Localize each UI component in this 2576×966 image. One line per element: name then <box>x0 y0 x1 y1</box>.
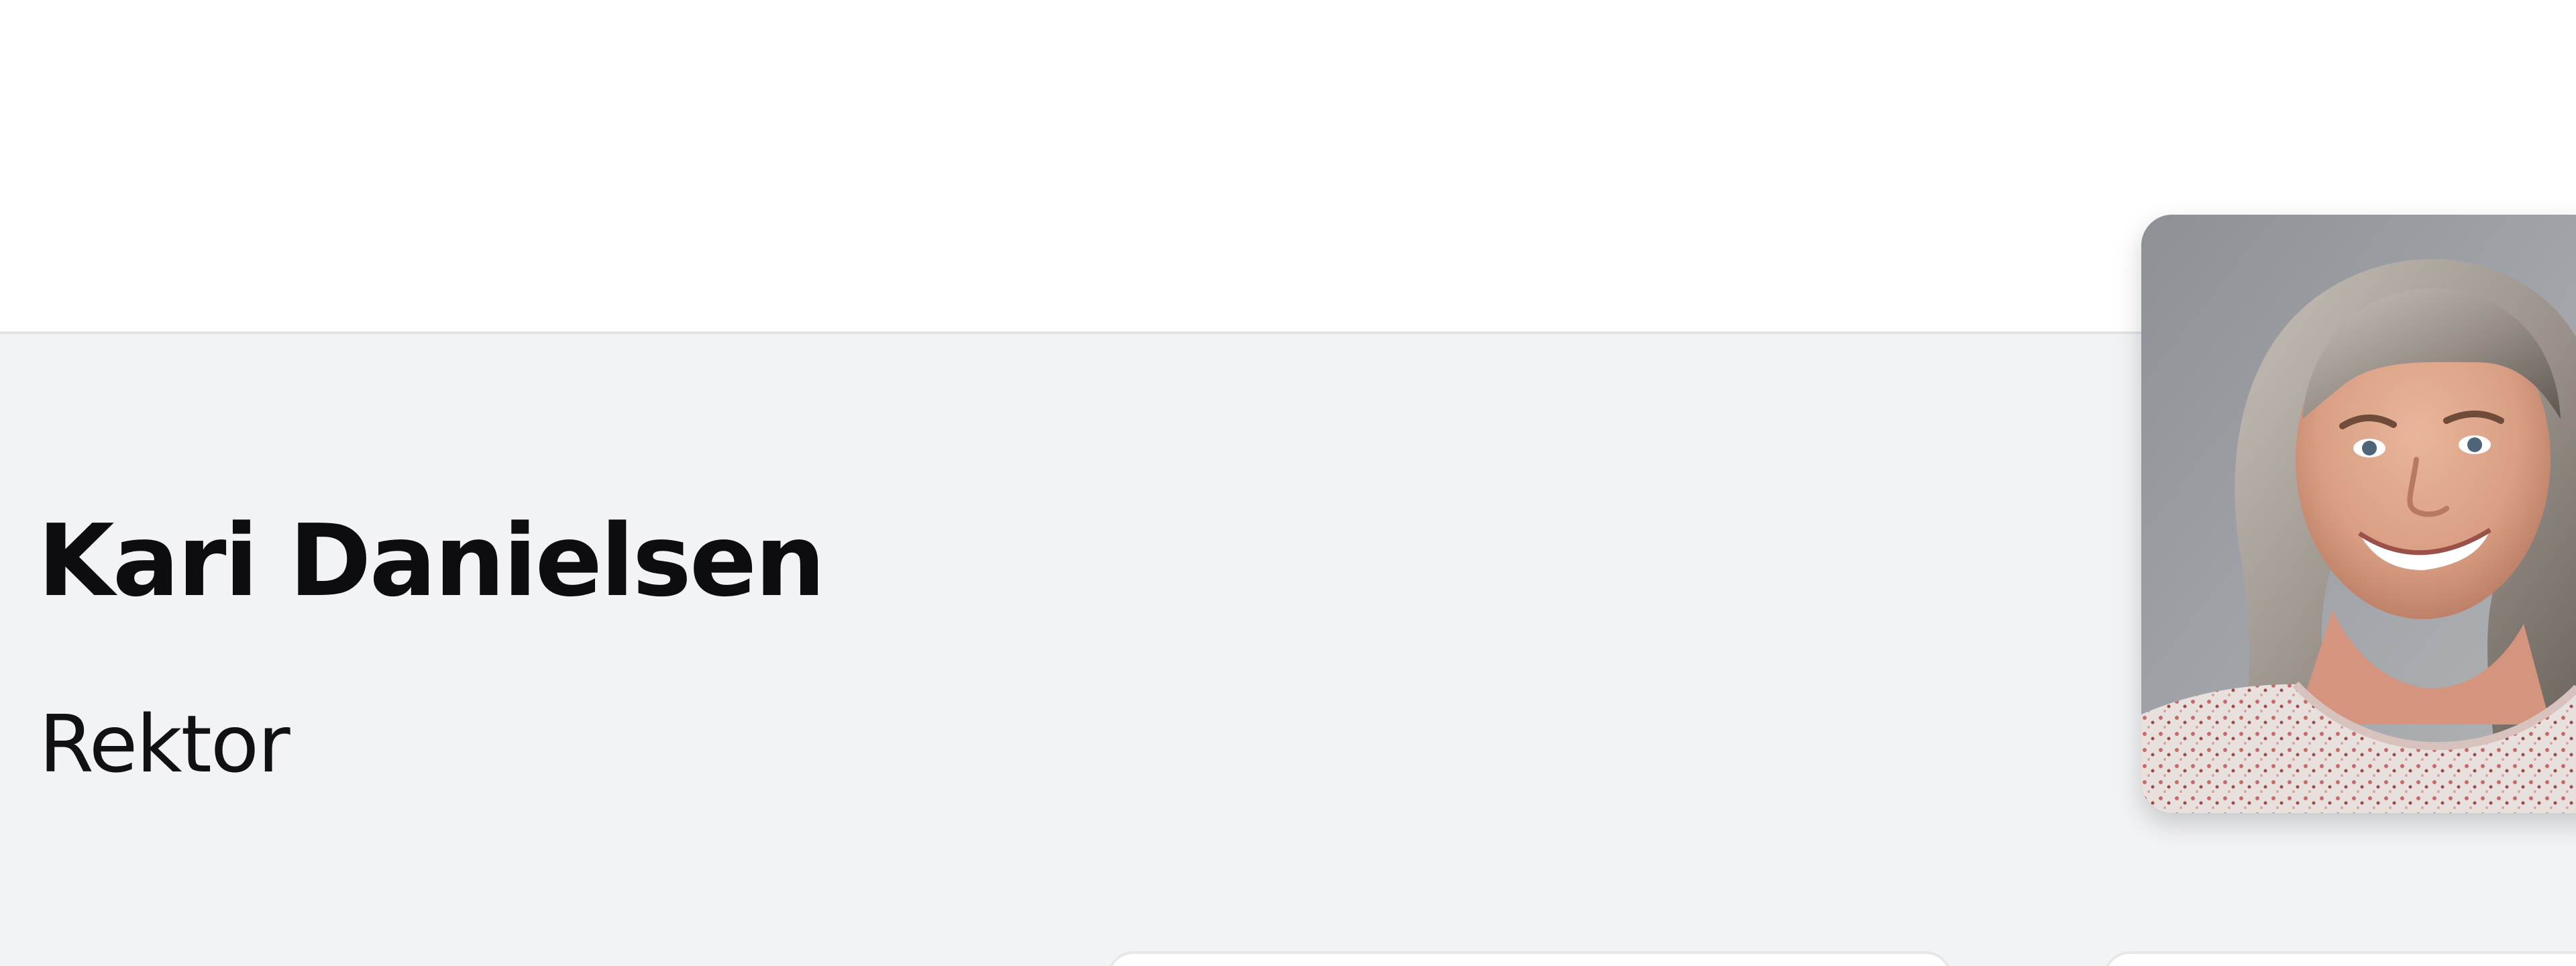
page: Kari Danielsen Rektor <box>0 0 2576 966</box>
profile-name: Kari Danielsen <box>38 503 826 619</box>
content-card[interactable] <box>2103 951 2576 966</box>
profile-role: Rektor <box>39 698 290 790</box>
content-card[interactable] <box>1107 951 1952 966</box>
profile-photo <box>2141 215 2576 813</box>
portrait-image <box>2141 215 2576 813</box>
